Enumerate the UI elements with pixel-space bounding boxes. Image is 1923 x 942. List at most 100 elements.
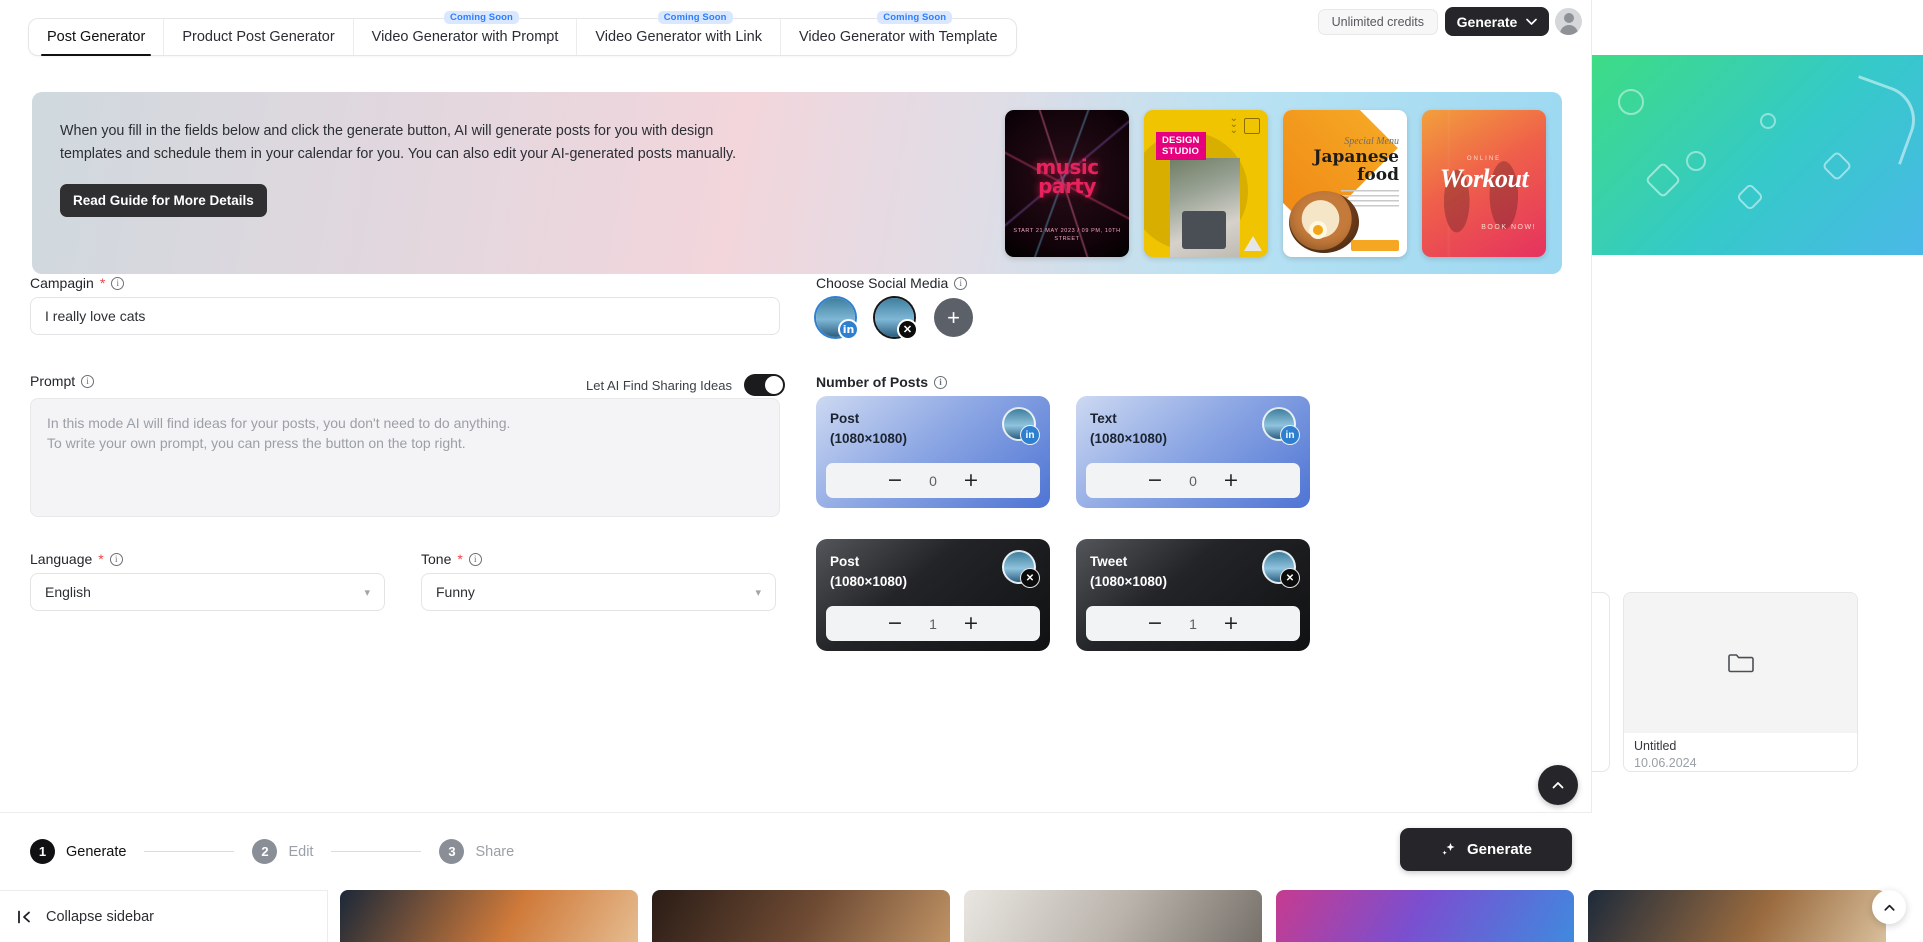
info-icon[interactable]: i	[954, 276, 968, 290]
social-account-linkedin[interactable]: in	[816, 298, 859, 340]
info-icon[interactable]: i	[468, 552, 482, 566]
quantity-stepper: − 1 +	[1086, 606, 1300, 641]
card-title: Tweet (1080×1080)	[1090, 554, 1167, 589]
increment-button[interactable]: +	[960, 614, 982, 633]
info-icon[interactable]: i	[81, 374, 95, 388]
folder-date: 10.06.2024	[1634, 756, 1697, 770]
toggle-label: Let AI Find Sharing Ideas	[586, 377, 732, 393]
coming-soon-badge: Coming Soon	[877, 11, 953, 24]
deco-circle	[1618, 89, 1644, 115]
template-photo	[1289, 191, 1359, 253]
filmstrip-thumb[interactable]	[652, 890, 950, 942]
step-label: Edit	[288, 843, 314, 860]
x-twitter-icon: ✕	[1020, 568, 1040, 588]
chevron-up-icon	[1883, 904, 1895, 911]
read-guide-button[interactable]: Read Guide for More Details	[60, 184, 267, 217]
x-twitter-icon: ✕	[897, 319, 918, 340]
increment-button[interactable]: +	[1220, 471, 1242, 490]
avatar: in	[1262, 407, 1300, 445]
step-label: Generate	[66, 843, 127, 860]
decrement-button[interactable]: −	[1144, 471, 1166, 490]
required-marker: *	[98, 551, 104, 567]
app-root: Untitled 10.06.2024 Post Generator Produ…	[0, 0, 1923, 942]
step-number: 3	[439, 839, 465, 864]
post-count-card-x-tweet: Tweet (1080×1080) ✕ − 1 +	[1076, 539, 1310, 651]
filmstrip-thumb[interactable]	[340, 890, 638, 942]
template-music-party[interactable]: music party START 21 MAY 2023 / 09 PM, 10…	[1005, 110, 1129, 257]
info-icon[interactable]: i	[111, 276, 125, 290]
tab-post-generator[interactable]: Post Generator	[29, 19, 165, 56]
decrement-button[interactable]: −	[884, 614, 906, 633]
increment-button[interactable]: +	[1220, 614, 1242, 633]
template-overline: ONLINE	[1466, 156, 1502, 162]
header-generate-button[interactable]: Generate	[1445, 7, 1549, 36]
quantity-value: 0	[929, 472, 937, 489]
linkedin-icon: in	[1020, 425, 1040, 445]
deco-hexagon	[1735, 182, 1765, 212]
sparkle-icon	[1442, 843, 1455, 855]
number-of-posts-label: Number of Posts i	[816, 374, 948, 390]
avatar: in	[1002, 407, 1040, 445]
language-select[interactable]: English ▾	[30, 573, 385, 611]
campaign-input[interactable]	[30, 297, 780, 335]
filmstrip-thumb[interactable]	[1276, 890, 1574, 942]
step-edit[interactable]: 2 Edit	[252, 839, 313, 864]
scroll-up-button[interactable]	[1872, 890, 1906, 924]
prompt-textarea[interactable]: In this mode AI will find ideas for your…	[30, 398, 780, 517]
wizard-steps: 1 Generate 2 Edit 3 Share	[30, 839, 514, 864]
generate-button[interactable]: Generate	[1400, 828, 1572, 871]
template-title: music party	[1035, 155, 1099, 198]
step-generate[interactable]: 1 Generate	[30, 839, 126, 864]
template-design-studio[interactable]: ⌄ ⌄ ⌄ DESIGN STUDIO	[1144, 110, 1268, 257]
toggle-switch[interactable]	[743, 374, 785, 396]
credits-badge[interactable]: Unlimited credits	[1317, 9, 1438, 35]
increment-button[interactable]: +	[960, 471, 982, 490]
collapse-left-icon	[18, 910, 30, 923]
banner-line-2: templates and schedule them in your cale…	[60, 146, 737, 162]
campaign-label: Campagin * i	[30, 275, 125, 291]
tab-video-generator-with-link[interactable]: Coming Soon Video Generator with Link	[577, 11, 781, 55]
decrement-button[interactable]: −	[1144, 614, 1166, 633]
tab-video-generator-with-template[interactable]: Coming Soon Video Generator with Templat…	[781, 11, 1016, 55]
quantity-value: 1	[1189, 615, 1197, 632]
banner-line-1: When you fill in the fields below and cl…	[60, 123, 714, 139]
template-decor	[1351, 240, 1399, 251]
avatar: ✕	[1002, 550, 1040, 588]
deco-circle	[1686, 151, 1706, 171]
template-workout[interactable]: ONLINE Workout BOOK NOW!	[1422, 110, 1546, 257]
banner-description: When you fill in the fields below and cl…	[60, 120, 820, 166]
chevron-down-icon	[1526, 18, 1538, 25]
social-media-label: Choose Social Media i	[816, 275, 968, 291]
folder-card[interactable]: Untitled 10.06.2024	[1623, 592, 1858, 772]
language-label: Language * i	[30, 551, 123, 567]
post-count-card-linkedin-post: Post (1080×1080) in − 0 +	[816, 396, 1050, 508]
collapse-sidebar-button[interactable]: Collapse sidebar	[0, 890, 328, 942]
add-social-account-button[interactable]: +	[934, 298, 973, 337]
folder-meta: Untitled 10.06.2024	[1624, 733, 1857, 771]
social-accounts-row: in ✕ +	[816, 298, 973, 340]
let-ai-find-ideas-toggle[interactable]: Let AI Find Sharing Ideas	[586, 374, 785, 396]
chevrons-down-icon: ⌄ ⌄ ⌄	[1229, 113, 1238, 136]
tab-video-generator-with-prompt[interactable]: Coming Soon Video Generator with Prompt	[354, 11, 578, 55]
user-avatar[interactable]	[1555, 8, 1582, 35]
decrement-button[interactable]: −	[884, 471, 906, 490]
main-workspace: Post Generator Product Post Generator Co…	[0, 0, 1592, 890]
tab-product-post-generator[interactable]: Product Post Generator	[164, 19, 354, 55]
collapse-sidebar-label: Collapse sidebar	[46, 908, 155, 925]
info-icon[interactable]: i	[109, 552, 123, 566]
folder-icon	[1727, 654, 1754, 673]
preview-gradient-hero	[1590, 55, 1923, 255]
tone-select[interactable]: Funny ▾	[421, 573, 776, 611]
generate-button-label: Generate	[1466, 841, 1533, 858]
step-share[interactable]: 3 Share	[439, 839, 514, 864]
info-icon[interactable]: i	[934, 375, 948, 389]
tab-label: Video Generator with Link	[595, 29, 762, 45]
quantity-value: 1	[929, 615, 937, 632]
filmstrip-thumb[interactable]	[1588, 890, 1886, 942]
social-account-x[interactable]: ✕	[875, 298, 918, 340]
filmstrip-thumb[interactable]	[964, 890, 1262, 942]
coming-soon-badge: Coming Soon	[657, 11, 733, 24]
scroll-to-top-button[interactable]	[1538, 765, 1578, 805]
template-japanese-food[interactable]: Special Menu Japanese food	[1283, 110, 1407, 257]
header-generate-label: Generate	[1456, 13, 1518, 30]
